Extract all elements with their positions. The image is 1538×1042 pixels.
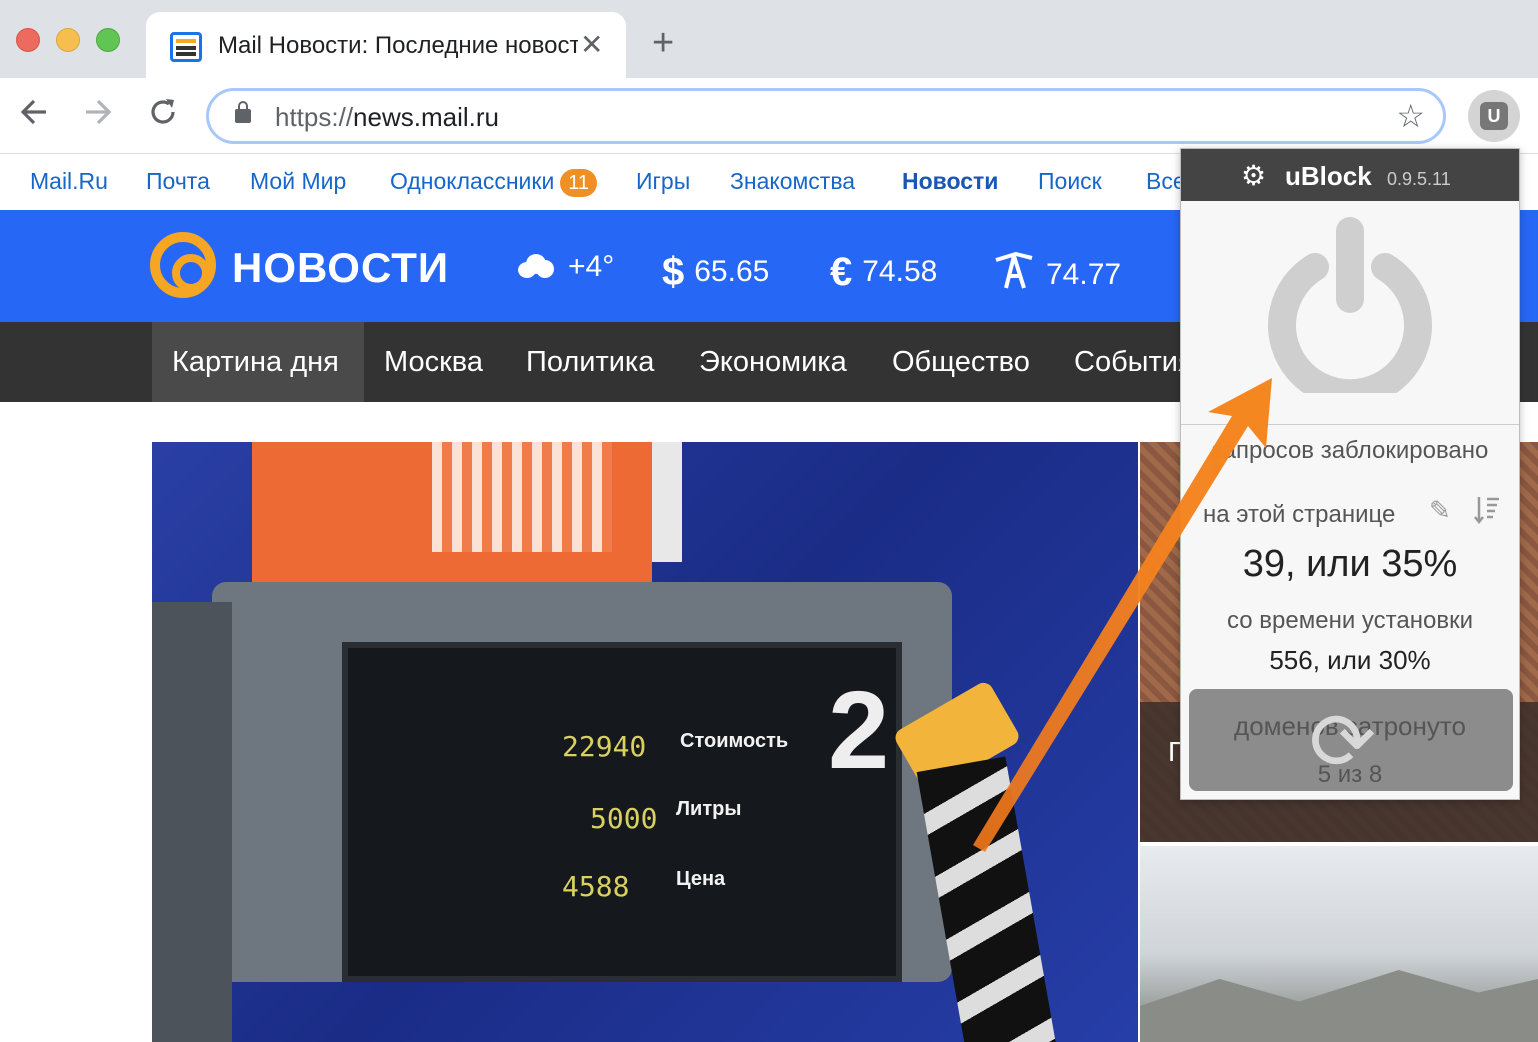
liters-digits: 5000	[590, 802, 658, 835]
tab-economy[interactable]: Экономика	[699, 346, 847, 379]
url-text: https://news.mail.ru	[275, 102, 499, 132]
pillar-graphic	[652, 442, 682, 562]
ublock-header: ⚙ uBlock 0.9.5.11	[1181, 149, 1519, 201]
popup-divider	[1181, 424, 1519, 425]
usd-rate[interactable]: $65.65	[662, 250, 769, 295]
address-bar[interactable]: https://news.mail.ru ☆	[206, 88, 1446, 144]
tab-society[interactable]: Общество	[892, 346, 1030, 379]
active-tab[interactable]: Mail Новости: Последние новости ✕	[146, 12, 626, 78]
on-page-count: 39, или 35%	[1242, 543, 1458, 585]
weather-indicator[interactable]: +4°	[516, 250, 614, 284]
site-logo-text[interactable]: НОВОСТИ	[232, 244, 449, 292]
portal-link-dating[interactable]: Знакомства	[730, 168, 855, 195]
refresh-icon[interactable]: ⟳	[1309, 697, 1376, 787]
portal-link-mailru[interactable]: Mail.Ru	[30, 168, 108, 195]
liters-label: Литры	[676, 798, 742, 820]
pump-side-graphic	[152, 602, 232, 1042]
tab-bar: Mail Новости: Последние новости ✕ +	[0, 0, 1538, 78]
ublock-popup: ⚙ uBlock 0.9.5.11 запросов заблокировано…	[1180, 148, 1520, 800]
hero-news-image[interactable]: 22940 Стоимость 5000 Литры 4588 Цена 2	[152, 442, 1138, 1042]
cost-digits: 22940	[562, 730, 647, 763]
ublock-icon: U	[1480, 102, 1508, 130]
zoom-window-button[interactable]	[96, 28, 120, 52]
portal-link-mail[interactable]: Почта	[146, 168, 210, 195]
close-window-button[interactable]	[16, 28, 40, 52]
cost-label: Стоимость	[680, 730, 789, 752]
price-digits: 4588	[562, 870, 630, 903]
dollar-icon: $	[662, 250, 685, 294]
eyedropper-icon[interactable]: ✎	[1429, 495, 1451, 526]
tab-title: Mail Новости: Последние новости	[218, 32, 578, 59]
cloud-icon	[516, 252, 556, 278]
tab-picture-of-day[interactable]: Картина дня	[172, 346, 339, 379]
new-tab-button[interactable]: +	[652, 24, 674, 62]
at-logo-icon[interactable]	[150, 232, 216, 298]
qr-code-graphic	[432, 442, 612, 552]
bookmark-star-icon[interactable]: ☆	[1396, 97, 1425, 135]
power-icon[interactable]	[1267, 215, 1433, 393]
ublock-version: 0.9.5.11	[1387, 169, 1451, 189]
portal-link-myworld[interactable]: Мой Мир	[250, 168, 346, 195]
browser-toolbar: https://news.mail.ru ☆ U	[0, 78, 1538, 154]
portal-link-games[interactable]: Игры	[636, 168, 690, 195]
euro-icon: €	[830, 250, 853, 294]
portal-link-news[interactable]: Новости	[902, 168, 998, 195]
tab-politics[interactable]: Политика	[526, 346, 654, 379]
oil-price[interactable]: 74.77	[992, 250, 1121, 292]
notification-badge: 11	[560, 169, 598, 197]
since-install-count: 556, или 30%	[1269, 645, 1431, 675]
browser-window: Mail Новости: Последние новости ✕ + http…	[0, 0, 1538, 1042]
minimize-window-button[interactable]	[56, 28, 80, 52]
side-news-image-2[interactable]	[1140, 846, 1538, 1042]
on-page-label: на этой странице	[1203, 501, 1396, 528]
tab-close-icon[interactable]: ✕	[580, 28, 603, 61]
price-label: Цена	[676, 868, 726, 890]
portal-link-ok[interactable]: Одноклассники 11	[390, 168, 598, 197]
portal-link-search[interactable]: Поиск	[1038, 168, 1102, 195]
forward-arrow-icon[interactable]	[82, 92, 114, 141]
ublock-title: uBlock	[1285, 161, 1372, 191]
pump-number: 2	[828, 669, 890, 792]
sort-list-icon[interactable]	[1473, 495, 1501, 532]
requests-blocked-label: запросов заблокировано	[1211, 437, 1489, 464]
ublock-extension-button[interactable]: U	[1468, 90, 1520, 142]
tab-events[interactable]: События	[1074, 346, 1194, 379]
gear-icon[interactable]: ⚙	[1241, 159, 1266, 192]
eur-rate[interactable]: €74.58	[830, 250, 937, 295]
lock-icon[interactable]	[235, 101, 251, 123]
back-arrow-icon[interactable]	[18, 92, 50, 141]
since-install-label: со времени установки	[1227, 607, 1473, 634]
oil-derrick-icon	[995, 251, 1033, 289]
tab-moscow[interactable]: Москва	[384, 346, 483, 379]
news-favicon-icon	[170, 32, 202, 62]
reload-icon[interactable]	[146, 92, 180, 141]
